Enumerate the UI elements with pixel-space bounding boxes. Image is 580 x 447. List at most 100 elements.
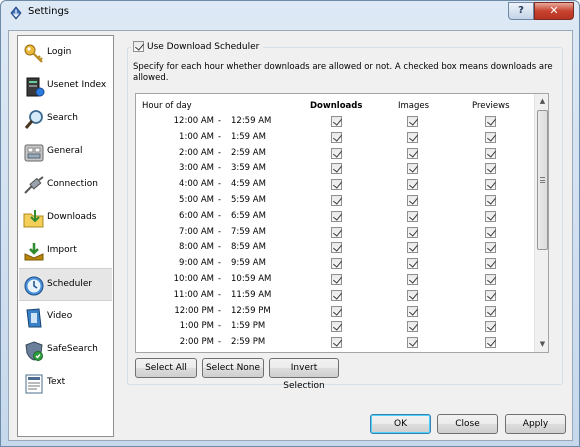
table-row: 12:00 PM -12:59 PM xyxy=(136,304,536,320)
sidebar-item-text[interactable]: Text xyxy=(19,367,112,400)
previews-checkbox[interactable] xyxy=(485,195,496,206)
downloads-checkbox[interactable] xyxy=(331,179,342,191)
downloads-checkbox[interactable] xyxy=(331,305,342,317)
sidebar-item-connection[interactable]: Connection xyxy=(19,169,112,202)
apply-button[interactable]: Apply xyxy=(505,414,566,434)
images-checkbox[interactable] xyxy=(407,305,418,317)
table-row: 11:00 AM -11:59 AM xyxy=(136,288,536,304)
invert-selection-button[interactable]: Invert Selection xyxy=(269,358,339,391)
sidebar-item-search[interactable]: Search xyxy=(19,103,112,136)
previews-checkbox[interactable] xyxy=(485,337,496,349)
hour-from: 11:00 AM xyxy=(173,289,214,300)
previews-checkbox[interactable] xyxy=(485,131,496,143)
close-button[interactable]: Close xyxy=(437,414,498,434)
sidebar-item-scheduler[interactable]: Scheduler xyxy=(19,268,112,301)
images-checkbox[interactable] xyxy=(407,226,418,238)
sidebar-item-general[interactable]: General xyxy=(19,136,112,169)
previews-checkbox[interactable] xyxy=(485,226,496,238)
sidebar-item-downloads[interactable]: Downloads xyxy=(19,202,112,235)
previews-checkbox[interactable] xyxy=(485,242,496,254)
help-button[interactable]: ? xyxy=(508,2,534,20)
ok-button[interactable]: OK xyxy=(370,414,431,434)
previews-checkbox[interactable] xyxy=(485,116,496,127)
sidebar-item-video[interactable]: Video xyxy=(19,301,112,334)
use-scheduler-checkbox[interactable]: Use Download Scheduler xyxy=(131,41,264,52)
shield-icon xyxy=(25,341,43,361)
downloads-checkbox[interactable] xyxy=(331,337,342,349)
downloads-checkbox[interactable] xyxy=(331,147,342,159)
hour-from: 12:00 PM xyxy=(174,305,214,316)
select-all-button[interactable]: Select All xyxy=(135,358,197,378)
hour-dash: - xyxy=(218,337,222,348)
checkbox[interactable] xyxy=(133,41,144,52)
hour-from: 2:00 AM xyxy=(179,147,214,158)
close-window-button[interactable]: ✕ xyxy=(534,2,574,20)
images-checkbox[interactable] xyxy=(407,163,418,175)
previews-checkbox[interactable] xyxy=(485,289,496,301)
hour-from: 1:00 AM xyxy=(179,131,214,142)
hour-from: 8:00 AM xyxy=(179,242,214,253)
previews-checkbox[interactable] xyxy=(485,210,496,222)
sidebar-item-login[interactable]: Login xyxy=(19,37,112,70)
hour-from: 9:00 AM xyxy=(179,258,214,269)
sidebar-item-label: Video xyxy=(47,311,73,321)
vertical-scrollbar[interactable]: ▲ ▼ xyxy=(534,94,548,352)
images-checkbox[interactable] xyxy=(407,116,418,127)
downloads-checkbox[interactable] xyxy=(331,195,342,206)
hour-to: 1:59 AM xyxy=(231,131,266,142)
previews-checkbox[interactable] xyxy=(485,274,496,285)
scroll-down-arrow-icon[interactable]: ▼ xyxy=(535,337,548,352)
images-checkbox[interactable] xyxy=(407,179,418,191)
sidebar-item-label: Downloads xyxy=(47,212,97,222)
table-row: 8:00 AM -8:59 AM xyxy=(136,240,536,256)
downloads-checkbox[interactable] xyxy=(331,210,342,222)
images-checkbox[interactable] xyxy=(407,131,418,143)
window-title: Settings xyxy=(28,6,70,17)
sidebar-item-usenet-index[interactable]: Usenet Index xyxy=(19,70,112,103)
images-checkbox[interactable] xyxy=(407,147,418,159)
downloads-checkbox[interactable] xyxy=(331,289,342,301)
column-header-hour: Hour of day xyxy=(142,101,192,111)
title-bar[interactable]: Settings ? ✕ xyxy=(1,1,579,25)
images-checkbox[interactable] xyxy=(407,321,418,333)
sidebar-item-label: Text xyxy=(47,377,66,387)
downloads-checkbox[interactable] xyxy=(331,321,342,333)
table-row: 10:00 AM -10:59 AM xyxy=(136,272,536,288)
previews-checkbox[interactable] xyxy=(485,147,496,159)
previews-checkbox[interactable] xyxy=(485,179,496,191)
images-checkbox[interactable] xyxy=(407,195,418,206)
select-none-button[interactable]: Select None xyxy=(202,358,264,378)
downloads-checkbox[interactable] xyxy=(331,163,342,175)
downloads-checkbox[interactable] xyxy=(331,258,342,270)
images-checkbox[interactable] xyxy=(407,210,418,222)
downloads-checkbox[interactable] xyxy=(331,116,342,127)
hour-from: 7:00 AM xyxy=(179,226,214,237)
images-checkbox[interactable] xyxy=(407,242,418,254)
previews-checkbox[interactable] xyxy=(485,258,496,270)
downloads-checkbox[interactable] xyxy=(331,274,342,285)
images-checkbox[interactable] xyxy=(407,289,418,301)
previews-checkbox[interactable] xyxy=(485,163,496,175)
previews-checkbox[interactable] xyxy=(485,305,496,317)
use-scheduler-label: Use Download Scheduler xyxy=(147,41,260,52)
sidebar-item-import[interactable]: Import xyxy=(19,235,112,268)
hour-dash: - xyxy=(218,242,222,253)
table-row: 2:00 PM -2:59 PM xyxy=(136,335,536,351)
hour-to: 12:59 AM xyxy=(231,116,272,126)
scroll-thumb[interactable] xyxy=(537,110,548,250)
sidebar-item-label: General xyxy=(47,146,83,156)
sidebar-item-safesearch[interactable]: SafeSearch xyxy=(19,334,112,367)
hour-to: 9:59 AM xyxy=(231,258,266,269)
hour-to: 12:59 PM xyxy=(231,305,271,316)
downloads-checkbox[interactable] xyxy=(331,131,342,143)
downloads-checkbox[interactable] xyxy=(331,242,342,254)
images-checkbox[interactable] xyxy=(407,274,418,285)
downloads-checkbox[interactable] xyxy=(331,226,342,238)
column-header-images: Images xyxy=(398,101,430,111)
images-checkbox[interactable] xyxy=(407,337,418,349)
import-icon xyxy=(24,243,44,261)
hour-dash: - xyxy=(218,321,222,332)
scroll-up-arrow-icon[interactable]: ▲ xyxy=(535,94,548,109)
previews-checkbox[interactable] xyxy=(485,321,496,333)
images-checkbox[interactable] xyxy=(407,258,418,270)
